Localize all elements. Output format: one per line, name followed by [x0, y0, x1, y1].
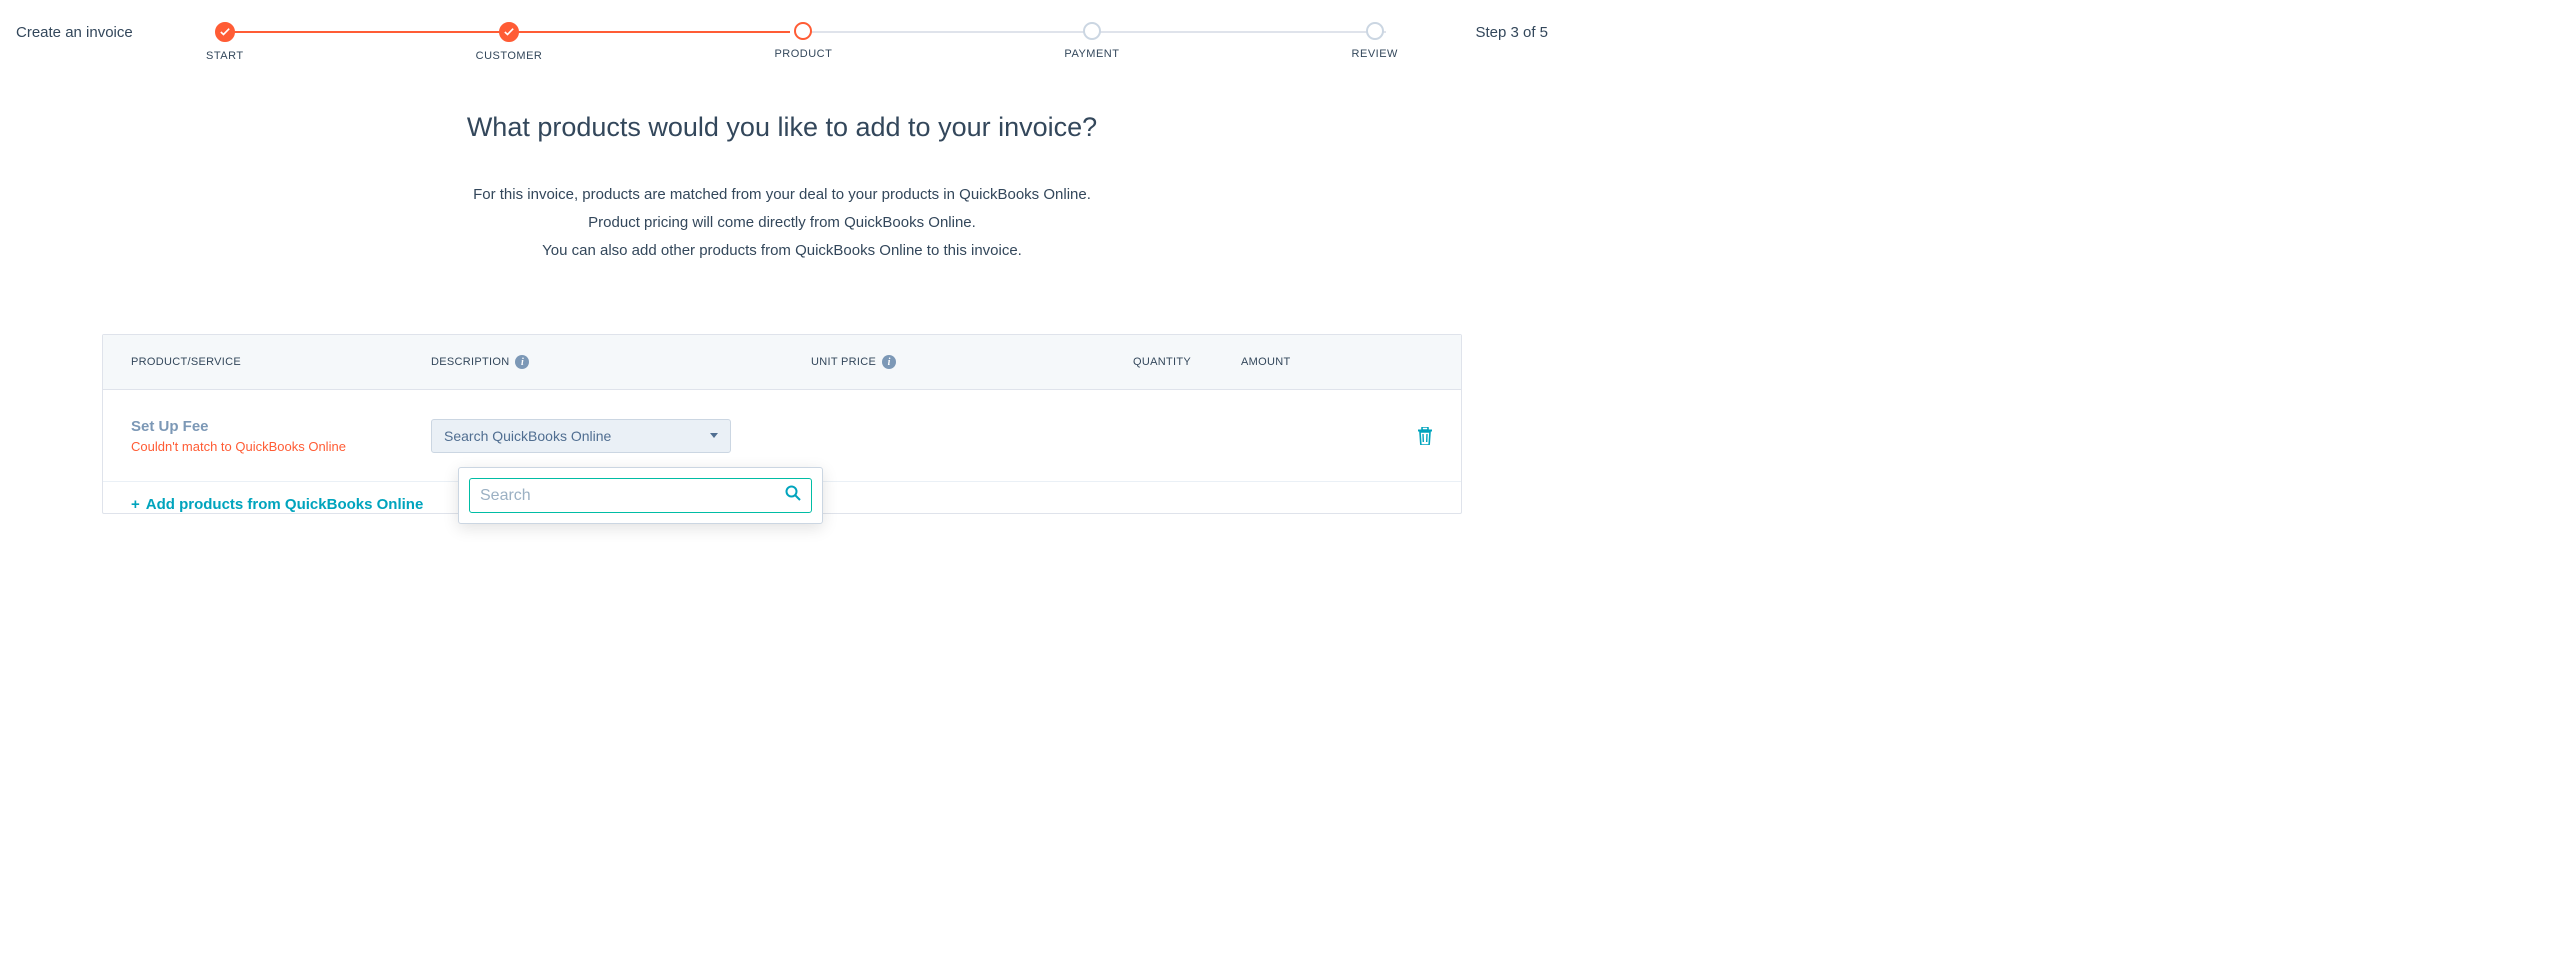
product-cell: Set Up Fee Couldn't match to QuickBooks … — [131, 418, 431, 454]
product-name: Set Up Fee — [131, 418, 431, 435]
step-label: PRODUCT — [774, 48, 832, 60]
info-icon[interactable]: i — [515, 355, 529, 369]
col-unit-price-label: UNIT PRICE — [811, 356, 876, 368]
search-dropdown — [458, 467, 823, 524]
select-label: Search QuickBooks Online — [444, 428, 611, 444]
info-icon[interactable]: i — [882, 355, 896, 369]
step-active-icon — [794, 22, 812, 40]
step-line-done — [504, 31, 790, 33]
step-label: PAYMENT — [1064, 48, 1119, 60]
col-product-service: PRODUCT/SERVICE — [131, 356, 431, 368]
products-table: PRODUCT/SERVICE DESCRIPTION i UNIT PRICE… — [102, 334, 1462, 514]
search-input-wrap[interactable] — [469, 478, 812, 513]
search-icon — [785, 485, 801, 506]
step-label: REVIEW — [1352, 48, 1398, 60]
col-description-label: DESCRIPTION — [431, 356, 509, 368]
stepper: START CUSTOMER PRODUCT PAYMENT REVIEW — [206, 18, 1398, 62]
actions-cell — [1351, 427, 1433, 445]
step-line-todo — [1100, 31, 1386, 33]
step-payment[interactable]: PAYMENT — [1064, 22, 1119, 62]
desc-line: Product pricing will come directly from … — [232, 209, 1332, 237]
step-label: CUSTOMER — [476, 50, 543, 62]
page-title: Create an invoice — [16, 18, 176, 41]
description-select[interactable]: Search QuickBooks Online — [431, 419, 731, 453]
wizard-header: Create an invoice START CUSTOMER PRO — [0, 0, 1564, 62]
step-start[interactable]: START — [206, 22, 244, 62]
step-todo-icon — [1366, 22, 1384, 40]
chevron-down-icon — [710, 433, 718, 438]
col-quantity: QUANTITY — [1041, 356, 1201, 368]
step-review[interactable]: REVIEW — [1352, 22, 1398, 62]
step-product[interactable]: PRODUCT — [774, 22, 832, 62]
check-icon — [499, 22, 519, 42]
desc-line: You can also add other products from Qui… — [232, 237, 1332, 265]
col-unit-price: UNIT PRICE i — [811, 355, 1041, 369]
check-icon — [215, 22, 235, 42]
main-content: What products would you like to add to y… — [232, 112, 1332, 264]
product-error: Couldn't match to QuickBooks Online — [131, 439, 431, 454]
step-todo-icon — [1083, 22, 1101, 40]
plus-icon: + — [131, 496, 140, 513]
col-description: DESCRIPTION i — [431, 355, 811, 369]
step-line-done — [218, 31, 504, 33]
desc-line: For this invoice, products are matched f… — [232, 181, 1332, 209]
add-products-label: Add products from QuickBooks Online — [146, 496, 424, 513]
trash-icon[interactable] — [1417, 427, 1433, 445]
step-indicator: Step 3 of 5 — [1428, 18, 1548, 41]
col-amount: AMOUNT — [1201, 356, 1351, 368]
search-input[interactable] — [480, 487, 785, 505]
step-customer[interactable]: CUSTOMER — [476, 22, 543, 62]
description-cell: Search QuickBooks Online — [431, 419, 811, 453]
step-line-todo — [802, 31, 1088, 33]
main-title: What products would you like to add to y… — [232, 112, 1332, 143]
table-header: PRODUCT/SERVICE DESCRIPTION i UNIT PRICE… — [103, 335, 1461, 390]
step-label: START — [206, 50, 244, 62]
main-description: For this invoice, products are matched f… — [232, 181, 1332, 264]
